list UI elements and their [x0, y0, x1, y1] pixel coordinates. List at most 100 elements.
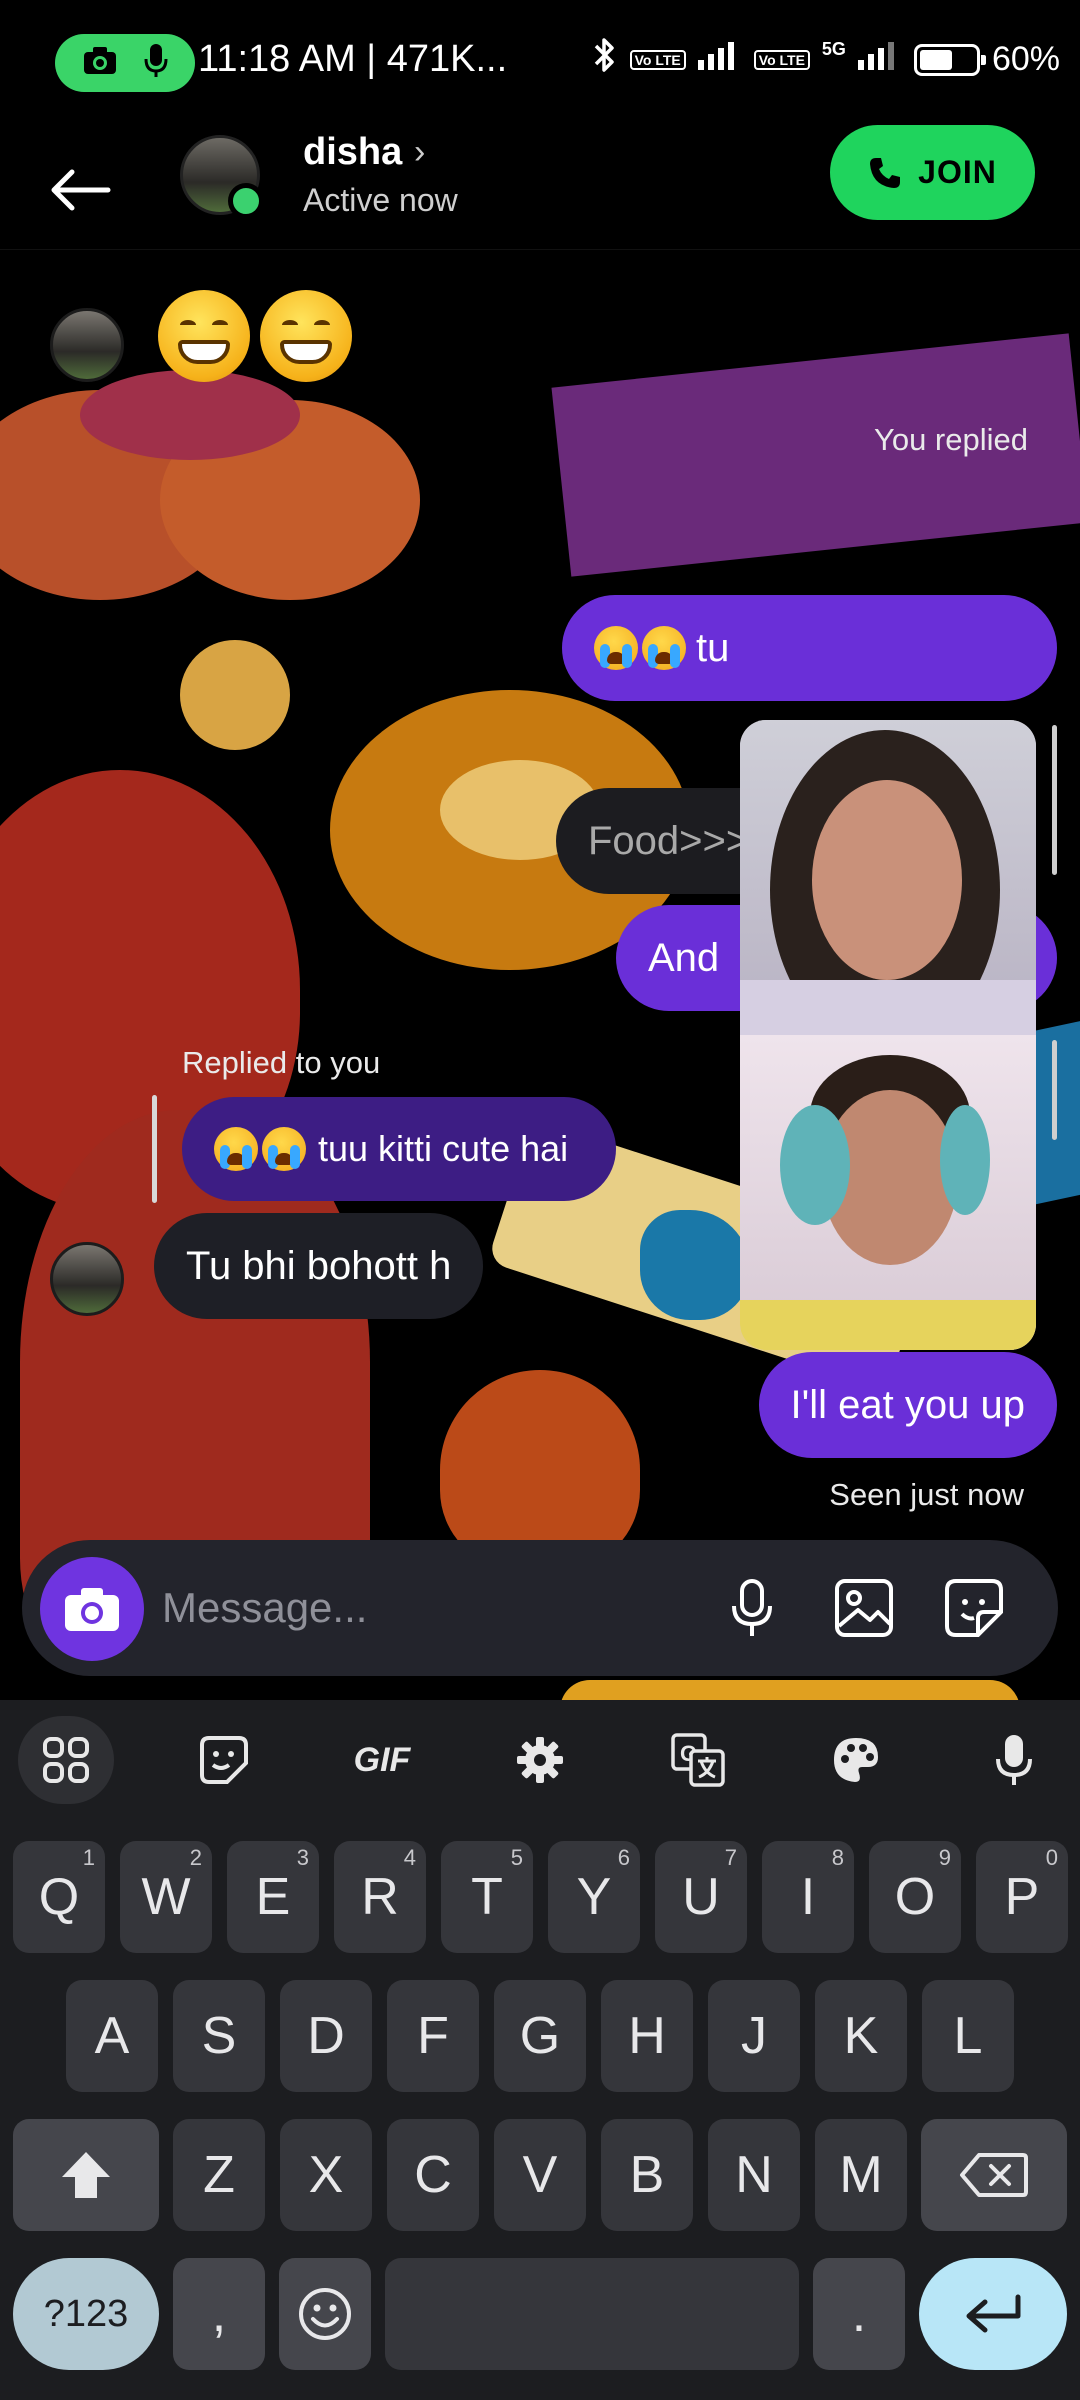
image-icon: [835, 1579, 893, 1637]
key-label: E: [255, 1868, 291, 1926]
key-r[interactable]: R4: [334, 1841, 426, 1953]
translate-button[interactable]: G: [650, 1716, 746, 1804]
message-input[interactable]: [162, 1570, 682, 1646]
key-y[interactable]: Y6: [548, 1841, 640, 1953]
symbols-key[interactable]: ?123: [13, 2258, 159, 2370]
enter-key[interactable]: [919, 2258, 1067, 2370]
sent-message[interactable]: I'll eat you up: [758, 1352, 1057, 1458]
reply-indicator: [152, 1095, 157, 1203]
chat-area[interactable]: You replied tu Food>>>> And Replied to y…: [0, 250, 1080, 1700]
key-hint: 4: [403, 1845, 416, 1870]
key-hint: 5: [510, 1845, 523, 1870]
self-video-feed[interactable]: [740, 1035, 1036, 1350]
online-indicator: [228, 183, 264, 219]
key-k[interactable]: K: [815, 1980, 907, 2092]
join-call-button[interactable]: JOIN: [830, 125, 1035, 220]
key-label: V: [522, 2146, 558, 2204]
key-l[interactable]: L: [922, 1980, 1014, 2092]
key-i[interactable]: I8: [762, 1841, 854, 1953]
voice-message-button[interactable]: [714, 1570, 790, 1646]
grin-emoji-icon: [260, 290, 352, 382]
sticker-button[interactable]: [936, 1570, 1012, 1646]
voice-input-button[interactable]: [966, 1716, 1062, 1804]
key-e[interactable]: E3: [227, 1841, 319, 1953]
battery-fill: [919, 49, 953, 70]
period-key[interactable]: .: [813, 2258, 905, 2370]
sticker-tool-button[interactable]: [176, 1716, 272, 1804]
background-decoration: [560, 1680, 1020, 1700]
remote-video-feed[interactable]: [740, 720, 1036, 1050]
backspace-key[interactable]: [921, 2119, 1067, 2231]
seen-status: Seen just now: [829, 1477, 1024, 1512]
key-f[interactable]: F: [387, 1980, 479, 2092]
key-j[interactable]: J: [708, 1980, 800, 2092]
key-d[interactable]: D: [280, 1980, 372, 2092]
scroll-indicator[interactable]: [1052, 1040, 1057, 1140]
camera-button[interactable]: [40, 1557, 144, 1661]
theme-button[interactable]: [808, 1716, 904, 1804]
key-o[interactable]: O9: [869, 1841, 961, 1953]
emoji-message[interactable]: [158, 290, 358, 390]
status-indicators: Vo LTE Vo LTE 5G 60%: [590, 36, 1060, 83]
gif-button[interactable]: GIF: [334, 1716, 430, 1804]
keyboard: GIF G Q1W2E3R4T5Y6U7I8O9P0ASDFGHJKLZXCVB…: [0, 1700, 1080, 2400]
comma-key[interactable]: ,: [173, 2258, 265, 2370]
apps-grid-button[interactable]: [18, 1716, 114, 1804]
reply-quote[interactable]: tuu kitti cute hai: [182, 1097, 616, 1201]
gallery-button[interactable]: [826, 1570, 902, 1646]
shift-key[interactable]: [13, 2119, 159, 2231]
volte-badge-2: Vo LTE: [753, 49, 810, 70]
key-x[interactable]: X: [280, 2119, 372, 2231]
key-label: K: [843, 2007, 879, 2065]
key-q[interactable]: Q1: [13, 1841, 105, 1953]
enter-icon: [966, 2294, 1021, 2333]
key-s[interactable]: S: [173, 1980, 265, 2092]
key-label: X: [308, 2146, 344, 2204]
sender-avatar[interactable]: [50, 308, 124, 382]
key-hint: 3: [296, 1845, 309, 1870]
key-z[interactable]: Z: [173, 2119, 265, 2231]
mic-icon: [996, 1735, 1032, 1785]
recording-indicator[interactable]: [55, 34, 195, 92]
participant-shirt: [740, 980, 1036, 1040]
signal-icon: [697, 40, 742, 79]
key-g[interactable]: G: [494, 1980, 586, 2092]
received-message[interactable]: Tu bhi bohott h: [154, 1213, 484, 1319]
key-a[interactable]: A: [66, 1980, 158, 2092]
video-call-pip[interactable]: [740, 720, 1036, 1350]
sent-message[interactable]: tu: [562, 595, 1057, 701]
grid-icon: [43, 1737, 89, 1783]
bluetooth-icon: [590, 36, 618, 83]
palette-icon: [834, 1738, 878, 1782]
key-u[interactable]: U7: [655, 1841, 747, 1953]
space-key[interactable]: [385, 2258, 799, 2370]
backspace-icon: [960, 2153, 1028, 2197]
key-label: I: [800, 1868, 816, 1926]
key-t[interactable]: T5: [441, 1841, 533, 1953]
key-label: S: [201, 2007, 237, 2065]
key-w[interactable]: W2: [120, 1841, 212, 1953]
translate-icon: G: [671, 1733, 725, 1787]
keyboard-toolbar: GIF G: [0, 1700, 1080, 1820]
scroll-indicator[interactable]: [1052, 725, 1057, 875]
key-c[interactable]: C: [387, 2119, 479, 2231]
contact-name[interactable]: disha: [303, 131, 402, 174]
key-label: M: [839, 2146, 883, 2204]
key-b[interactable]: B: [601, 2119, 693, 2231]
key-label: R: [361, 1868, 399, 1926]
emoji-key[interactable]: [279, 2258, 371, 2370]
key-m[interactable]: M: [815, 2119, 907, 2231]
key-hint: 0: [1045, 1845, 1058, 1870]
back-button[interactable]: [40, 150, 120, 230]
keyboard-settings-button[interactable]: [492, 1716, 588, 1804]
key-n[interactable]: N: [708, 2119, 800, 2231]
headphones: [780, 1105, 850, 1225]
key-label: Y: [576, 1868, 612, 1926]
key-label: Z: [203, 2146, 235, 2204]
key-h[interactable]: H: [601, 1980, 693, 2092]
sender-avatar[interactable]: [50, 1242, 124, 1316]
participant-shirt: [740, 1300, 1036, 1350]
key-v[interactable]: V: [494, 2119, 586, 2231]
mic-icon: [143, 43, 169, 84]
key-p[interactable]: P0: [976, 1841, 1068, 1953]
